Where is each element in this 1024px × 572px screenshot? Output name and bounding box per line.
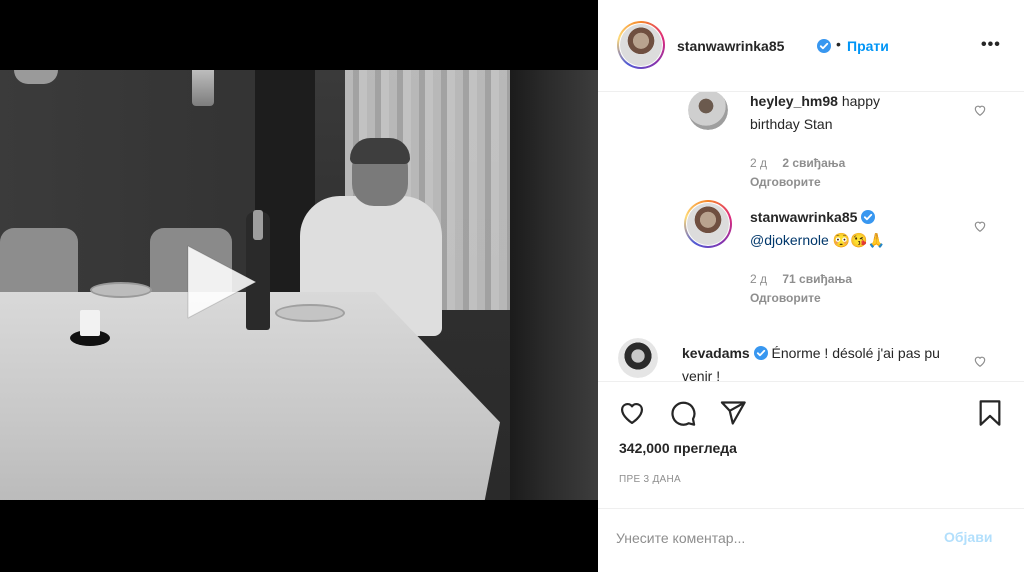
comment-likes[interactable]: 71 свиђања bbox=[782, 272, 852, 286]
post-comment-button[interactable]: Објави bbox=[944, 529, 992, 545]
more-options-icon[interactable]: ••• bbox=[981, 36, 1001, 54]
comment-input[interactable] bbox=[616, 527, 936, 549]
video-scene-bottle-neck bbox=[253, 210, 263, 240]
comment-age: 2 д bbox=[750, 272, 768, 286]
comment-text: stanwawrinka85 @djokernole 😳😘🙏 bbox=[750, 206, 970, 252]
post-sidebar: stanwawrinka85 • Прати ••• heyley_hm98 h… bbox=[598, 0, 1024, 572]
like-comment-icon[interactable] bbox=[973, 354, 987, 368]
play-icon bbox=[187, 245, 257, 319]
comment-icon[interactable] bbox=[669, 399, 697, 427]
comment-avatar[interactable] bbox=[618, 338, 658, 378]
verified-badge-icon bbox=[753, 346, 768, 360]
comment-avatar[interactable] bbox=[688, 92, 728, 130]
verified-badge-icon bbox=[817, 38, 831, 56]
comment-username[interactable]: heyley_hm98 bbox=[750, 93, 838, 109]
author-username[interactable]: stanwawrinka85 bbox=[677, 38, 784, 54]
comment-mention[interactable]: @djokernole bbox=[750, 232, 829, 248]
play-button[interactable] bbox=[178, 240, 262, 324]
bookmark-icon[interactable] bbox=[976, 399, 1004, 427]
author-avatar[interactable] bbox=[617, 21, 665, 69]
video-scene-plate bbox=[275, 304, 345, 322]
comment-username[interactable]: stanwawrinka85 bbox=[750, 209, 857, 225]
comment-meta: 2 д 71 свиђања bbox=[750, 272, 852, 286]
video-scene-candle bbox=[80, 310, 100, 336]
verified-badge-icon bbox=[861, 210, 876, 224]
video-scene-panel bbox=[510, 70, 598, 500]
follow-button[interactable]: Прати bbox=[847, 38, 889, 54]
video-scene-plate bbox=[90, 282, 152, 298]
comment-text: heyley_hm98 happy birthday Stan bbox=[750, 92, 930, 136]
comment-composer: Објави bbox=[598, 508, 1024, 572]
video-player[interactable] bbox=[0, 0, 598, 572]
like-comment-icon[interactable] bbox=[973, 219, 987, 233]
separator-dot: • bbox=[836, 36, 841, 52]
post-header: stanwawrinka85 • Прати ••• bbox=[598, 0, 1024, 92]
comment-emoji: 😳😘🙏 bbox=[832, 232, 885, 248]
post-timestamp[interactable]: ПРЕ 3 ДАНА bbox=[619, 474, 681, 485]
view-count[interactable]: 342,000 прегледа bbox=[619, 440, 737, 456]
share-icon[interactable] bbox=[719, 399, 747, 427]
comment-age: 2 д bbox=[750, 156, 768, 170]
comment-meta: 2 д 2 свиђања bbox=[750, 156, 845, 170]
comment-text: kevadams Énorme ! désolé j'ai pas pu ven… bbox=[682, 342, 962, 381]
reply-button[interactable]: Одговорите bbox=[750, 291, 821, 305]
comments-list[interactable]: heyley_hm98 happy birthday Stan 2 д 2 св… bbox=[598, 92, 1024, 382]
comment-avatar[interactable] bbox=[684, 200, 732, 248]
comment-likes[interactable]: 2 свиђања bbox=[782, 156, 845, 170]
video-scene-lamp bbox=[192, 70, 214, 106]
like-comment-icon[interactable] bbox=[973, 103, 987, 117]
video-frame[interactable] bbox=[0, 70, 598, 500]
video-scene-person-hair bbox=[350, 138, 410, 164]
reply-button[interactable]: Одговорите bbox=[750, 175, 821, 189]
comment-username[interactable]: kevadams bbox=[682, 345, 750, 361]
heart-icon[interactable] bbox=[618, 399, 646, 427]
